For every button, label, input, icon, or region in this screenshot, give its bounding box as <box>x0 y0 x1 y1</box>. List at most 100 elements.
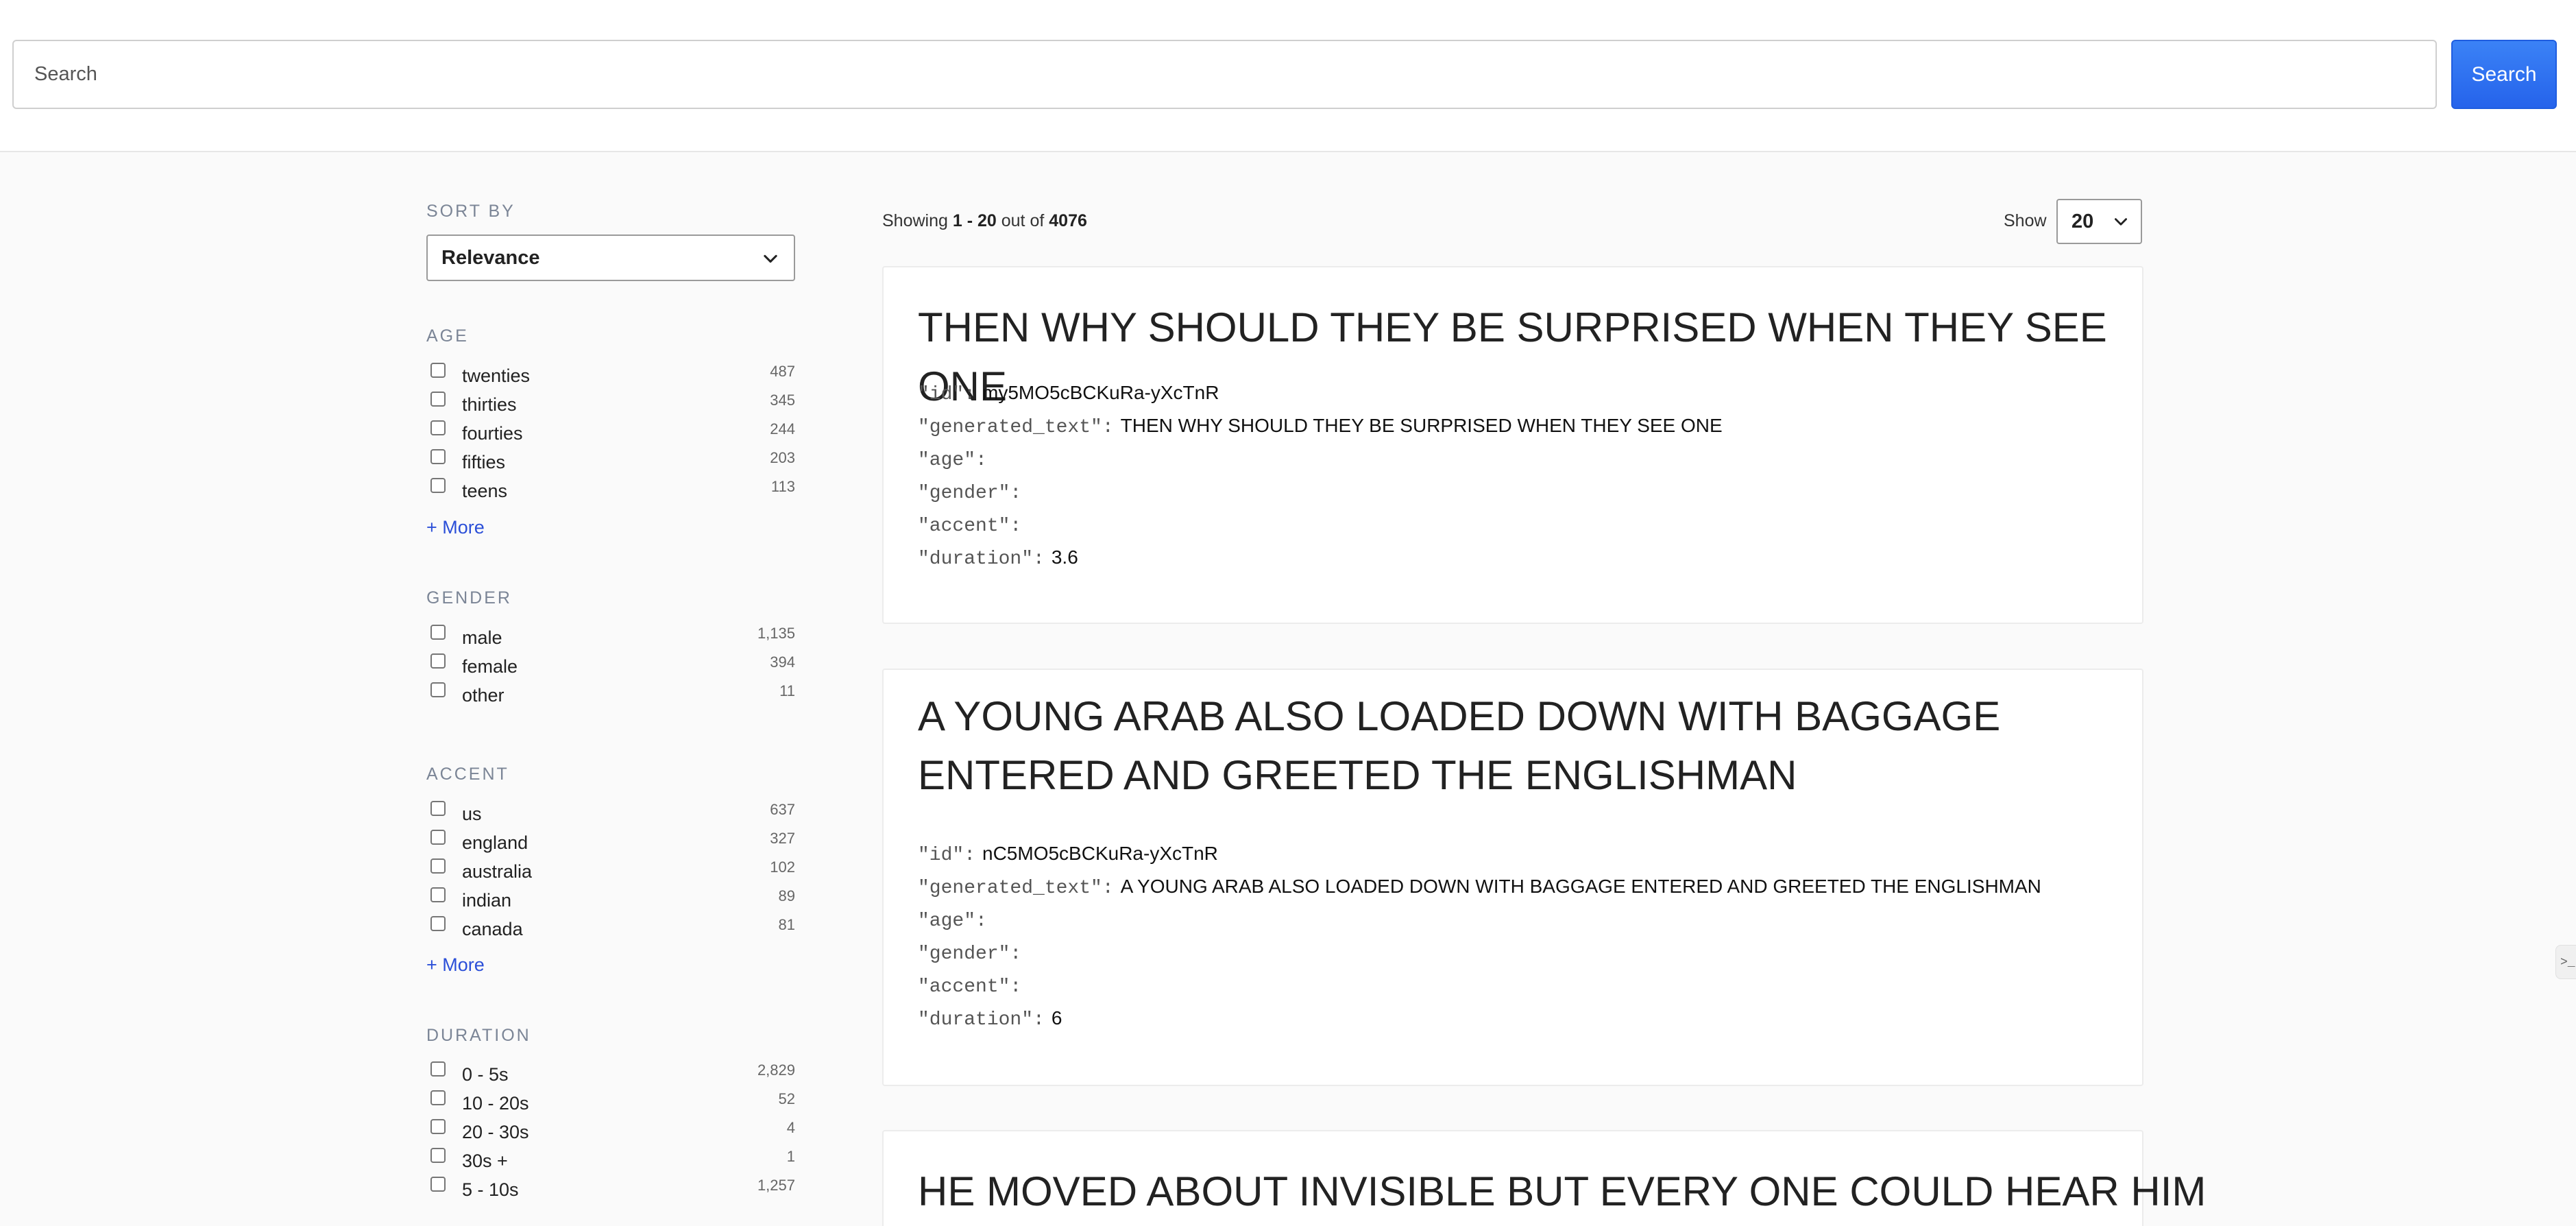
results-range: 1 - 20 <box>952 211 997 230</box>
facet-item-gender-other[interactable]: other 11 <box>426 678 795 707</box>
checkbox[interactable] <box>430 916 446 931</box>
field-generated-text: "generated_text": A YOUNG ARAB ALSO LOADE… <box>918 876 2041 903</box>
age-facet-title: AGE <box>426 326 469 346</box>
facet-item-accent-indian[interactable]: indian 89 <box>426 883 795 912</box>
checkbox[interactable] <box>430 449 446 464</box>
facet-label: 5 - 10s <box>462 1179 519 1200</box>
facet-count: 244 <box>770 420 795 437</box>
field-age: "age": <box>918 448 994 475</box>
facet-item-age-teens[interactable]: teens 113 <box>426 474 795 503</box>
checkbox[interactable] <box>430 392 446 407</box>
results-count: Showing 1 - 20 out of 4076 <box>882 211 1087 231</box>
facet-item-duration-20-30s[interactable]: 20 - 30s 4 <box>426 1115 795 1144</box>
accent-facet-title: ACCENT <box>426 765 509 784</box>
facet-count: 102 <box>770 858 795 876</box>
facet-item-age-fourties[interactable]: fourties 244 <box>426 416 795 445</box>
page-size-label: Show <box>2004 211 2047 230</box>
facet-item-accent-us[interactable]: us 637 <box>426 797 795 826</box>
facet-label: fourties <box>462 422 523 444</box>
age-more-link[interactable]: + More <box>426 517 485 538</box>
checkbox[interactable] <box>430 1090 446 1105</box>
facet-label: 30s + <box>462 1150 508 1171</box>
search-button[interactable]: Search <box>2451 40 2557 109</box>
results-total: 4076 <box>1049 211 1087 230</box>
field-value: A YOUNG ARAB ALSO LOADED DOWN WITH BAGGA… <box>1120 876 2041 897</box>
field-value: my5MO5cBCKuRa-yXcTnR <box>982 382 1219 403</box>
checkbox[interactable] <box>430 887 446 902</box>
checkbox[interactable] <box>430 625 446 640</box>
terminal-icon[interactable]: >_ <box>2555 945 2576 979</box>
facet-item-duration-10-20s[interactable]: 10 - 20s 52 <box>426 1086 795 1115</box>
page-size-select[interactable]: 20 <box>2056 199 2142 244</box>
checkbox[interactable] <box>430 1061 446 1077</box>
facet-item-age-twenties[interactable]: twenties 487 <box>426 359 795 387</box>
search-bar: Search <box>0 0 2576 152</box>
field-age: "age": <box>918 909 994 936</box>
checkbox[interactable] <box>430 363 446 378</box>
facet-item-gender-male[interactable]: male 1,135 <box>426 621 795 649</box>
gender-facet-title: GENDER <box>426 588 512 608</box>
search-input[interactable] <box>12 40 2437 109</box>
facet-count: 52 <box>778 1090 795 1107</box>
facet-count: 1,135 <box>757 625 795 642</box>
checkbox[interactable] <box>430 682 446 697</box>
checkbox[interactable] <box>430 858 446 874</box>
result-card: A YOUNG ARAB ALSO LOADED DOWN WITH BAGGA… <box>882 669 2143 1086</box>
checkbox[interactable] <box>430 801 446 816</box>
facet-count: 1 <box>786 1148 795 1165</box>
facet-item-duration-0-5s[interactable]: 0 - 5s 2,829 <box>426 1057 795 1086</box>
facet-item-age-thirties[interactable]: thirties 345 <box>426 387 795 416</box>
accent-more-link[interactable]: + More <box>426 954 485 976</box>
facet-label: male <box>462 627 502 648</box>
facet-count: 394 <box>770 653 795 671</box>
facet-item-accent-england[interactable]: england 327 <box>426 826 795 854</box>
gender-facet-list: male 1,135 female 394 other 11 <box>426 621 795 707</box>
field-accent: "accent": <box>918 974 1028 1002</box>
sort-by-title: SORT BY <box>426 202 515 221</box>
facet-label: australia <box>462 861 533 882</box>
chevron-down-icon <box>764 254 777 263</box>
field-duration: "duration": 3.6 <box>918 546 1078 574</box>
facet-label: thirties <box>462 394 517 415</box>
facet-label: 10 - 20s <box>462 1092 529 1114</box>
facet-label: other <box>462 684 505 706</box>
field-value: THEN WHY SHOULD THEY BE SURPRISED WHEN T… <box>1120 415 1723 436</box>
showing-prefix: Showing <box>882 211 948 230</box>
facet-item-age-fifties[interactable]: fifties 203 <box>426 445 795 474</box>
out-of-text: out of <box>1001 211 1045 230</box>
field-value: nC5MO5cBCKuRa-yXcTnR <box>982 843 1218 864</box>
facet-item-gender-female[interactable]: female 394 <box>426 649 795 678</box>
field-generated-text: "generated_text": THEN WHY SHOULD THEY BE… <box>918 415 1723 442</box>
facet-item-accent-canada[interactable]: canada 81 <box>426 912 795 941</box>
checkbox[interactable] <box>430 830 446 845</box>
checkbox[interactable] <box>430 1177 446 1192</box>
facet-label: fifties <box>462 451 506 472</box>
facet-item-accent-australia[interactable]: australia 102 <box>426 854 795 883</box>
sort-by-select[interactable]: Relevance <box>426 235 795 281</box>
field-key: "duration": <box>918 549 1045 570</box>
facet-item-duration-30s-plus[interactable]: 30s + 1 <box>426 1144 795 1173</box>
facet-item-duration-5-10s[interactable]: 5 - 10s 1,257 <box>426 1173 795 1201</box>
field-key: "age": <box>918 450 987 471</box>
checkbox[interactable] <box>430 420 446 435</box>
facet-label: female <box>462 656 518 677</box>
checkbox[interactable] <box>430 478 446 493</box>
age-facet-list: twenties 487 thirties 345 fourties 244 f… <box>426 359 795 503</box>
facet-count: 11 <box>779 682 795 699</box>
facet-count: 113 <box>770 478 795 495</box>
facet-label: teens <box>462 480 508 501</box>
result-card: THEN WHY SHOULD THEY BE SURPRISED WHEN T… <box>882 266 2143 624</box>
facet-count: 1,257 <box>757 1177 795 1194</box>
facet-label: 20 - 30s <box>462 1121 529 1142</box>
field-accent: "accent": <box>918 514 1028 541</box>
sort-by-value: Relevance <box>441 246 540 269</box>
page-size-value: 20 <box>2071 210 2094 232</box>
checkbox[interactable] <box>430 653 446 669</box>
field-key: "id": <box>918 384 976 405</box>
facet-count: 4 <box>786 1119 795 1136</box>
facet-count: 203 <box>770 449 795 466</box>
facet-label: england <box>462 832 528 853</box>
checkbox[interactable] <box>430 1148 446 1163</box>
facet-count: 637 <box>770 801 795 818</box>
checkbox[interactable] <box>430 1119 446 1134</box>
